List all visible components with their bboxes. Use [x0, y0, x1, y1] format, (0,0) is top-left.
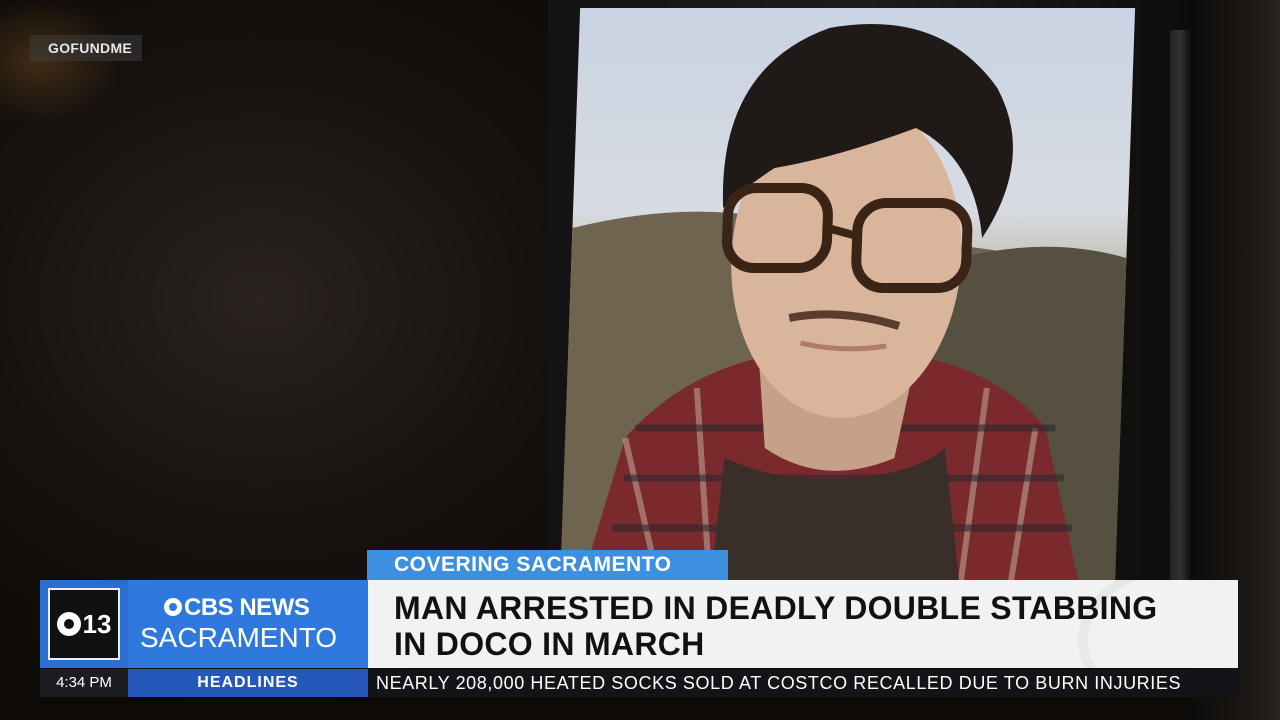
ticker-time: 4:34 PM — [40, 669, 128, 697]
ticker-text: NEARLY 208,000 HEATED SOCKS SOLD AT COST… — [376, 673, 1182, 693]
ticker-label: HEADLINES — [128, 669, 368, 697]
phone-edge — [1170, 30, 1190, 590]
cbs13-logo: 13 — [48, 588, 120, 660]
headline-banner: MAN ARRESTED IN DEADLY DOUBLE STABBING I… — [368, 580, 1238, 668]
portrait-photo — [559, 8, 1136, 588]
headline-text: MAN ARRESTED IN DEADLY DOUBLE STABBING I… — [394, 590, 1158, 662]
portrait-illustration — [559, 24, 1127, 588]
brand-top: CBS NEWS — [164, 594, 310, 622]
cbs-eye-small-icon — [164, 598, 182, 616]
brand-box: CBS NEWS SACRAMENTO — [128, 580, 368, 668]
kicker-label: COVERING SACRAMENTO — [367, 550, 728, 580]
brand-bottom: SACRAMENTO — [140, 622, 338, 653]
cbs-eye-icon — [56, 612, 81, 636]
brand-top-text: CBS NEWS — [184, 594, 310, 621]
source-credit: GOFUNDME — [30, 35, 143, 61]
news-ticker: 4:34 PM HEADLINES NEARLY 208,000 HEATED … — [40, 669, 1238, 697]
channel-number: 13 — [82, 608, 112, 639]
station-branding: 13 CBS NEWS SACRAMENTO — [40, 580, 368, 668]
